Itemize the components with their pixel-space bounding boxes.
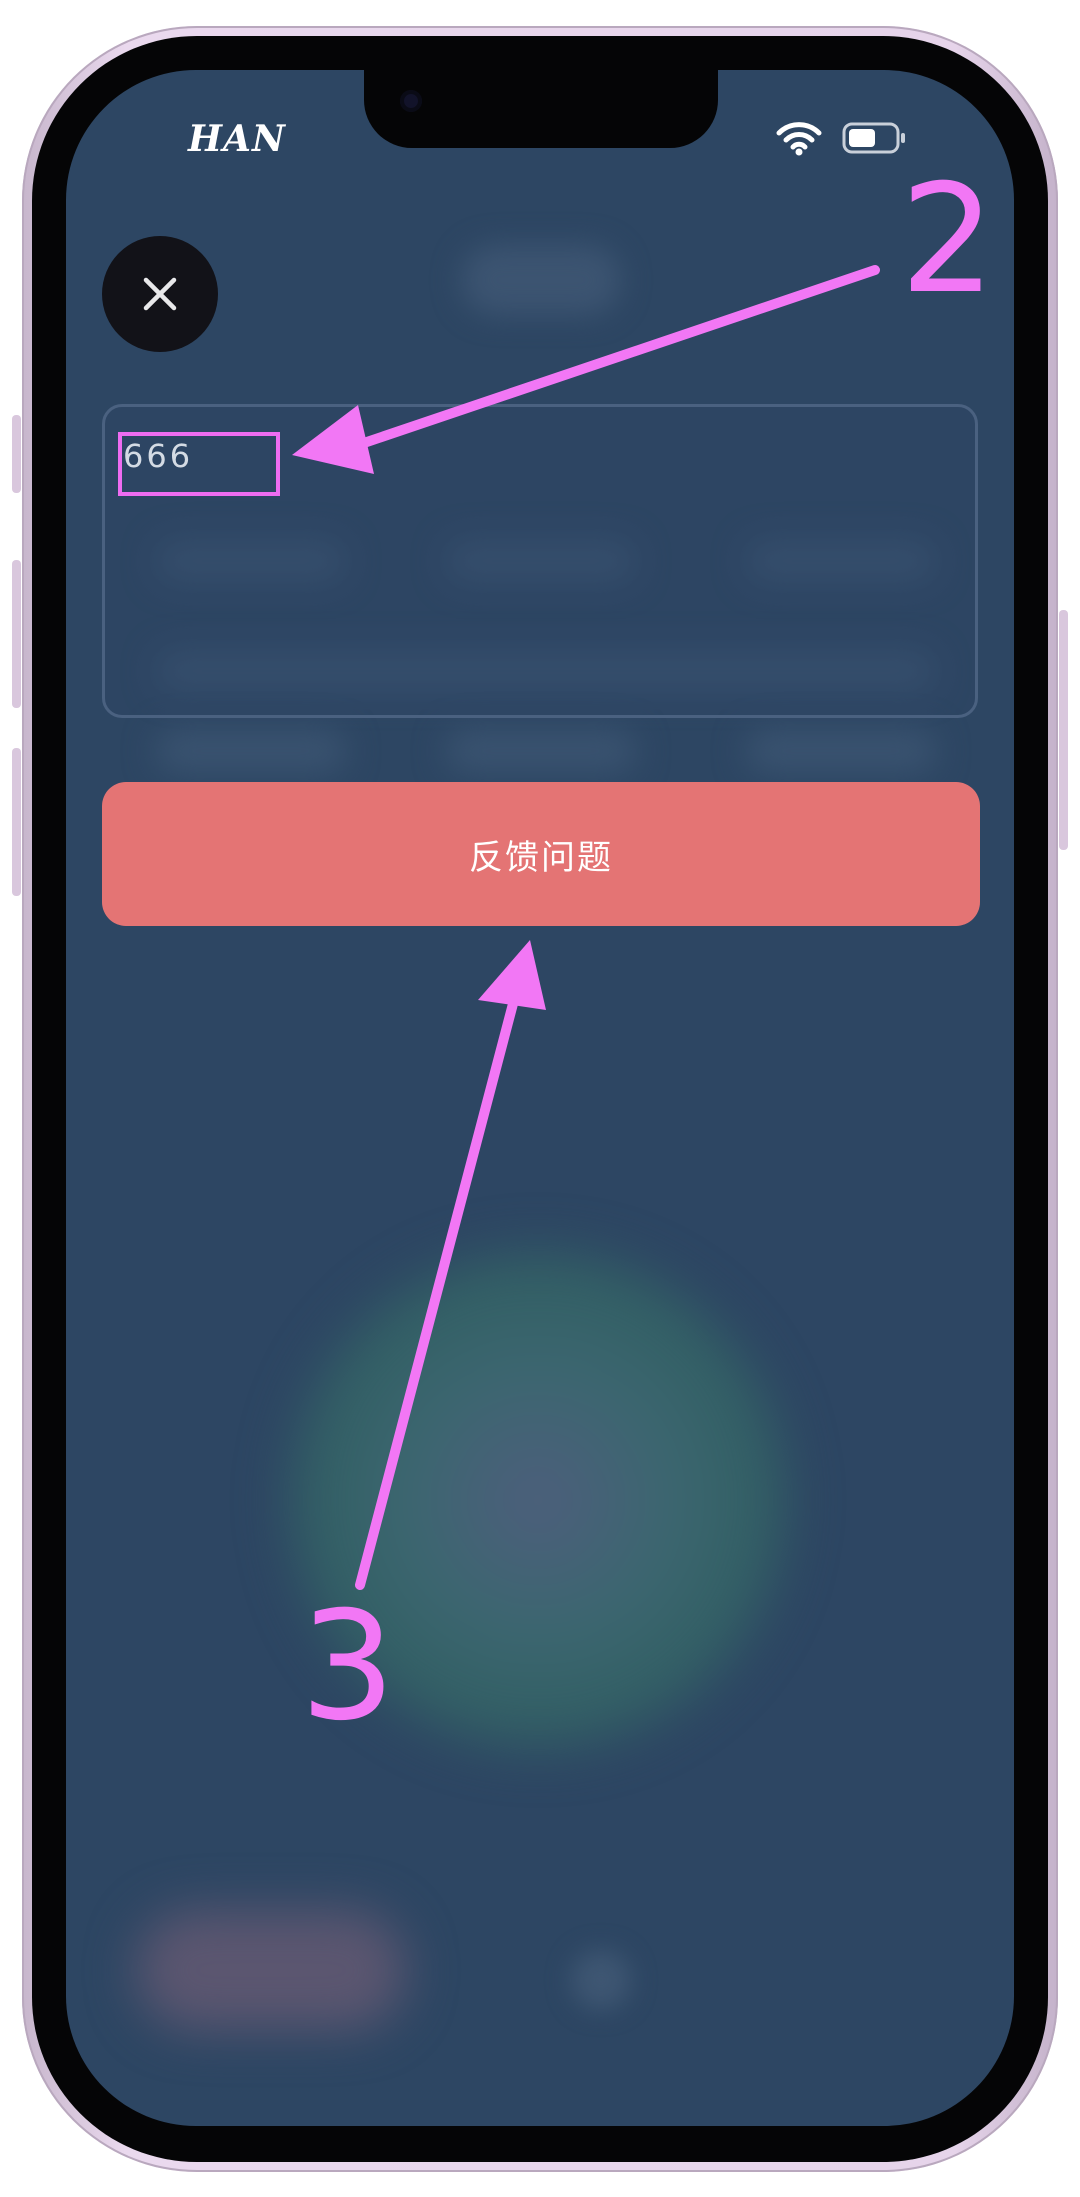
notch	[364, 70, 718, 148]
battery-icon	[842, 122, 905, 154]
blurred-row	[446, 730, 636, 772]
volume-up-button	[12, 560, 21, 708]
phone-screen: HAN 666 反馈问题	[66, 70, 1014, 2126]
close-button[interactable]	[102, 236, 218, 352]
blurred-pill	[136, 1910, 406, 2030]
blurred-title	[461, 245, 621, 315]
annotation-step-3: 3	[300, 1580, 396, 1754]
blurred-row	[156, 730, 346, 772]
blurred-dot	[571, 1950, 631, 2010]
power-button	[1059, 610, 1068, 850]
carrier-name: HAN	[188, 118, 286, 160]
front-camera	[400, 90, 422, 112]
stage: HAN 666 反馈问题 2 3	[0, 0, 1080, 2197]
annotation-highlight-box	[118, 432, 280, 496]
wifi-icon	[776, 122, 822, 156]
volume-down-button	[12, 748, 21, 896]
silent-switch	[12, 415, 21, 493]
annotation-step-2: 2	[900, 153, 996, 327]
submit-feedback-button[interactable]: 反馈问题	[102, 782, 980, 926]
close-icon	[143, 277, 177, 311]
blurred-row	[746, 730, 936, 772]
